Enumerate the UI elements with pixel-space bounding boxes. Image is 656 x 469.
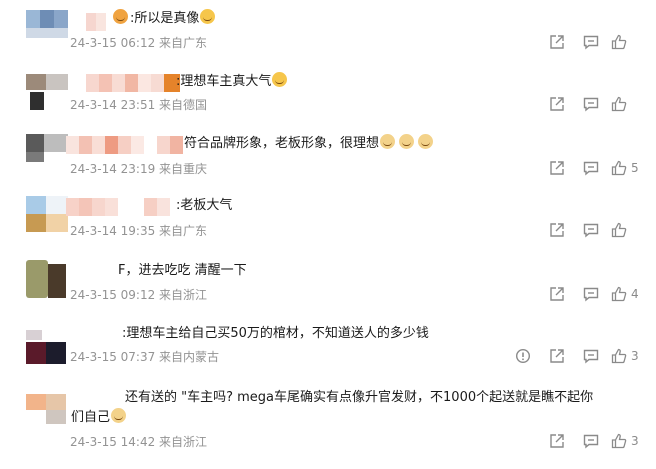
like-button[interactable]: 3 bbox=[608, 346, 642, 366]
comment-actions: 5 bbox=[540, 158, 642, 178]
comment-text-line2: 们自己 bbox=[71, 408, 127, 428]
username-mosaic[interactable] bbox=[66, 198, 170, 216]
comment-item: :理想车主真大气 24-3-14 23:51 来自德国 bbox=[0, 64, 656, 126]
comment-text: :所以是真像 bbox=[112, 9, 216, 29]
comment-meta: 24-3-15 14:42 来自浙江 bbox=[70, 435, 208, 449]
share-icon bbox=[550, 35, 564, 49]
thumbs-up-icon bbox=[611, 348, 627, 364]
avatar[interactable] bbox=[26, 330, 68, 370]
comment-meta: 24-3-14 23:19 来自重庆 bbox=[70, 162, 208, 176]
comment-meta: 24-3-15 09:12 来自浙江 bbox=[70, 288, 208, 302]
comment-button[interactable] bbox=[574, 284, 608, 304]
comment-item: 还有送的 "车主吗? mega车尾确实有点像升官发财，不1000个起送就是瞧不起… bbox=[0, 384, 656, 469]
emoji-icon bbox=[111, 408, 127, 423]
comment-meta: 24-3-14 19:35 来自广东 bbox=[70, 224, 208, 238]
comment-item: :老板大气 24-3-14 19:35 来自广东 bbox=[0, 192, 656, 254]
report-icon bbox=[515, 348, 531, 364]
avatar[interactable] bbox=[26, 260, 68, 300]
thumbs-up-icon bbox=[611, 433, 627, 449]
comment-icon bbox=[583, 35, 599, 50]
like-count: 3 bbox=[631, 434, 639, 448]
comment-meta: 24-3-15 07:37 来自内蒙古 bbox=[70, 350, 220, 364]
share-icon bbox=[550, 161, 564, 175]
like-button[interactable]: 4 bbox=[608, 284, 642, 304]
comment-text: :理想车主给自己买50万的棺材，不知道送人的多少钱 bbox=[122, 326, 429, 341]
comment-item: F，进去吃吃 清醒一下 24-3-15 09:12 来自浙江 4 bbox=[0, 256, 656, 318]
emoji-icon bbox=[200, 9, 216, 24]
comment-actions: 3 bbox=[540, 431, 642, 451]
like-button[interactable]: 3 bbox=[608, 431, 642, 451]
comment-icon bbox=[583, 97, 599, 112]
share-icon bbox=[550, 97, 564, 111]
comment-text: F，进去吃吃 清醒一下 bbox=[118, 263, 247, 278]
comment-icon bbox=[583, 161, 599, 176]
comment-button[interactable] bbox=[574, 94, 608, 114]
comment-text: 符合品牌形象，老板形象，很理想 bbox=[184, 134, 434, 154]
comment-actions: 4 bbox=[540, 284, 642, 304]
share-button[interactable] bbox=[540, 346, 574, 366]
comment-button[interactable] bbox=[574, 431, 608, 451]
comment-text: :老板大气 bbox=[176, 198, 233, 213]
comment-item: :理想车主给自己买50万的棺材，不知道送人的多少钱 24-3-15 07:37 … bbox=[0, 320, 656, 382]
avatar[interactable] bbox=[26, 10, 68, 50]
emoji-icon bbox=[380, 134, 396, 149]
thumbs-up-icon bbox=[611, 160, 627, 176]
username-mosaic[interactable] bbox=[66, 136, 183, 154]
comment-meta: 24-3-14 23:51 来自德国 bbox=[70, 98, 208, 112]
share-icon bbox=[550, 349, 564, 363]
comment-button[interactable] bbox=[574, 32, 608, 52]
like-button[interactable] bbox=[608, 220, 642, 240]
comment-actions bbox=[540, 94, 642, 114]
emoji-icon bbox=[272, 72, 288, 87]
avatar[interactable] bbox=[26, 394, 68, 434]
like-button[interactable] bbox=[608, 94, 642, 114]
thumbs-up-icon bbox=[611, 96, 627, 112]
avatar[interactable] bbox=[26, 196, 68, 236]
comment-actions bbox=[540, 220, 642, 240]
comment-item: 符合品牌形象，老板形象，很理想 24-3-14 23:19 来自重庆 5 bbox=[0, 128, 656, 190]
report-button[interactable] bbox=[506, 346, 540, 366]
username-mosaic[interactable] bbox=[86, 13, 106, 31]
comment-actions bbox=[540, 32, 642, 52]
comment-button[interactable] bbox=[574, 346, 608, 366]
thumbs-up-icon bbox=[611, 286, 627, 302]
share-icon bbox=[550, 223, 564, 237]
comment-text: :理想车主真大气 bbox=[176, 72, 288, 92]
like-button[interactable] bbox=[608, 32, 642, 52]
share-icon bbox=[550, 434, 564, 448]
comment-icon bbox=[583, 223, 599, 238]
comment-item: :所以是真像 24-3-15 06:12 来自广东 bbox=[0, 0, 656, 62]
comment-list: :所以是真像 24-3-15 06:12 来自广东 :理想车主真大气 24-3-… bbox=[0, 0, 656, 469]
share-button[interactable] bbox=[540, 32, 574, 52]
emoji-icon bbox=[399, 134, 415, 149]
thumbs-up-icon bbox=[611, 34, 627, 50]
share-button[interactable] bbox=[540, 284, 574, 304]
share-icon bbox=[550, 287, 564, 301]
like-button[interactable]: 5 bbox=[608, 158, 642, 178]
emoji-icon bbox=[113, 9, 128, 24]
like-count: 5 bbox=[631, 161, 639, 175]
share-button[interactable] bbox=[540, 94, 574, 114]
comment-text: 还有送的 "车主吗? mega车尾确实有点像升官发财，不1000个起送就是瞧不起… bbox=[125, 390, 594, 405]
avatar[interactable] bbox=[26, 74, 68, 114]
comment-icon bbox=[583, 434, 599, 449]
username-mosaic[interactable] bbox=[86, 74, 180, 92]
thumbs-up-icon bbox=[611, 222, 627, 238]
share-button[interactable] bbox=[540, 220, 574, 240]
comment-button[interactable] bbox=[574, 220, 608, 240]
comment-icon bbox=[583, 287, 599, 302]
share-button[interactable] bbox=[540, 431, 574, 451]
avatar[interactable] bbox=[26, 134, 68, 174]
comment-meta: 24-3-15 06:12 来自广东 bbox=[70, 36, 208, 50]
like-count: 4 bbox=[631, 287, 639, 301]
like-count: 3 bbox=[631, 349, 639, 363]
comment-icon bbox=[583, 349, 599, 364]
emoji-icon bbox=[418, 134, 434, 149]
comment-actions: 3 bbox=[506, 346, 642, 366]
share-button[interactable] bbox=[540, 158, 574, 178]
comment-button[interactable] bbox=[574, 158, 608, 178]
